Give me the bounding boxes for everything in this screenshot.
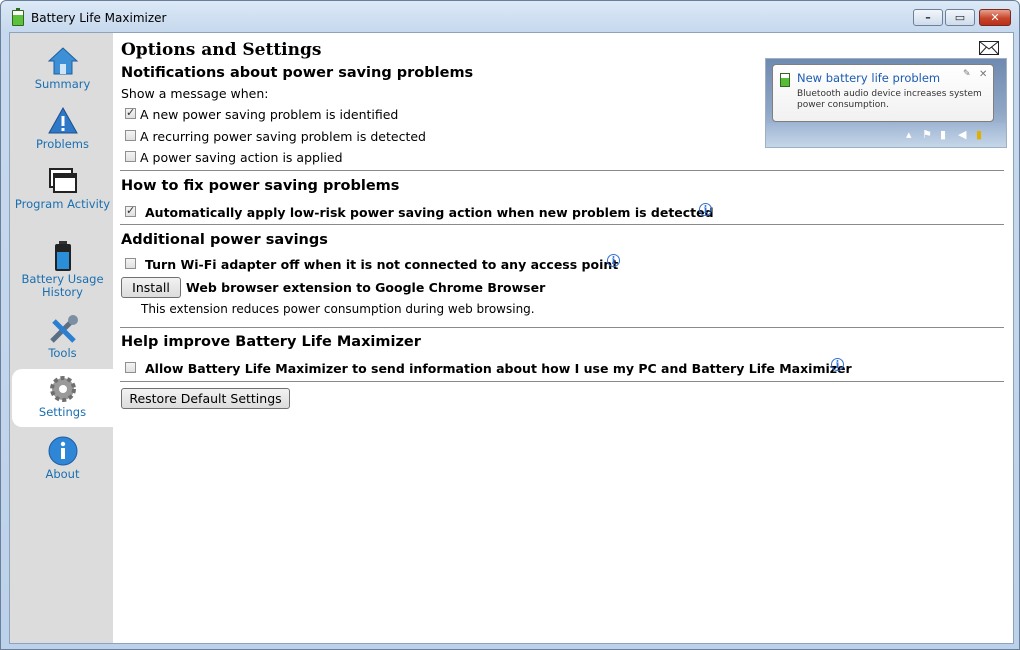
additional-heading: Additional power savings [121, 232, 328, 248]
title-bar[interactable]: Battery Life Maximizer – ▭ ✕ [1, 1, 1019, 31]
notify-recurring-problem-checkbox[interactable] [125, 130, 136, 141]
section-divider [120, 170, 1004, 171]
sidebar-item-settings[interactable]: Settings [12, 369, 113, 427]
sidebar-item-problems[interactable]: Problems [12, 101, 113, 159]
app-battery-icon [12, 8, 24, 26]
sidebar-item-summary[interactable]: Summary [12, 41, 113, 99]
sidebar-item-about[interactable]: About [12, 431, 113, 489]
sidebar-item-label: Battery Usage History [21, 272, 104, 299]
install-extension-button[interactable]: Install [121, 277, 181, 298]
balloon-title: New battery life problem [797, 71, 941, 85]
settings-panel: Options and Settings Notifications about… [113, 33, 1013, 643]
send-info-info-icon[interactable]: i [831, 358, 844, 371]
section-divider [120, 327, 1004, 328]
client-area: Summary Problems Program Activity Batter… [9, 32, 1014, 644]
extension-label: Web browser extension to Google Chrome B… [186, 280, 546, 295]
minimize-button[interactable]: – [913, 9, 943, 26]
window-title: Battery Life Maximizer [31, 11, 167, 25]
gear-icon [50, 376, 76, 402]
pin-icon: ✎ [963, 69, 971, 79]
notify-recurring-problem-label[interactable]: A recurring power saving problem is dete… [140, 129, 426, 144]
page-title: Options and Settings [121, 40, 322, 60]
app-window: Battery Life Maximizer – ▭ ✕ Summary Pro… [0, 0, 1020, 650]
close-icon: ✕ [990, 11, 1000, 24]
sidebar-item-label: Program Activity [14, 197, 111, 211]
fix-heading: How to fix power saving problems [121, 178, 400, 194]
send-info-label[interactable]: Allow Battery Life Maximizer to send inf… [145, 361, 852, 376]
notify-new-problem-checkbox[interactable] [125, 106, 136, 119]
sidebar-item-label: Problems [35, 137, 89, 151]
restore-defaults-button[interactable]: Restore Default Settings [121, 388, 290, 409]
home-icon [47, 47, 79, 75]
maximize-button[interactable]: ▭ [945, 9, 975, 26]
warning-icon [48, 106, 78, 134]
notifications-intro: Show a message when: [121, 86, 269, 101]
wifi-off-checkbox[interactable] [125, 258, 136, 269]
auto-apply-info-icon[interactable]: i [699, 203, 712, 216]
sidebar-item-program-activity[interactable]: Program Activity [12, 161, 113, 219]
sidebar: Summary Problems Program Activity Batter… [10, 33, 113, 643]
notification-preview: New battery life problem ✎ ✕ Bluetooth a… [765, 58, 1007, 148]
battery-alert-icon [780, 73, 790, 87]
notify-new-problem-label[interactable]: A new power saving problem is identified [140, 107, 398, 122]
minimize-icon: – [925, 11, 931, 24]
battery-icon [55, 241, 71, 271]
taskbar-tray: ▴ ⚑ ▮ ◀ ▮ [766, 123, 1006, 147]
sidebar-item-label: Summary [34, 77, 91, 91]
auto-apply-checkbox[interactable] [125, 204, 136, 217]
balloon-body: Bluetooth audio device increases system … [797, 89, 982, 110]
improve-heading: Help improve Battery Life Maximizer [121, 334, 421, 350]
sidebar-item-tools[interactable]: Tools [12, 310, 113, 368]
notify-action-applied-label[interactable]: A power saving action is applied [140, 150, 343, 165]
notify-action-applied-checkbox[interactable] [125, 151, 136, 162]
maximize-icon: ▭ [954, 11, 966, 24]
tray-signal-icon: ▮ [940, 128, 947, 141]
tray-flag-icon: ⚑ [922, 128, 932, 141]
section-divider [120, 381, 1004, 382]
info-icon [48, 436, 78, 466]
sidebar-item-label: Tools [48, 346, 77, 360]
wifi-off-label[interactable]: Turn Wi-Fi adapter off when it is not co… [145, 257, 618, 272]
auto-apply-label[interactable]: Automatically apply low-risk power savin… [145, 205, 714, 220]
sidebar-item-label: About [45, 467, 80, 481]
tray-battery-icon: ▮ [976, 128, 983, 141]
notification-balloon: New battery life problem ✎ ✕ Bluetooth a… [772, 64, 994, 122]
tray-volume-icon: ◀ [958, 128, 967, 141]
balloon-close-icon: ✕ [979, 69, 988, 80]
send-info-checkbox[interactable] [125, 362, 136, 373]
sidebar-item-label: Settings [38, 405, 87, 419]
section-divider [120, 224, 1004, 225]
extension-description: This extension reduces power consumption… [141, 302, 535, 316]
tools-icon [50, 315, 78, 343]
wifi-off-info-icon[interactable]: i [607, 254, 620, 267]
sidebar-item-battery-usage-history[interactable]: Battery Usage History [12, 236, 113, 299]
windows-icon [49, 168, 77, 193]
tray-arrow-icon: ▴ [906, 128, 912, 141]
close-button[interactable]: ✕ [979, 9, 1011, 26]
feedback-mail-icon[interactable] [979, 41, 999, 55]
notifications-heading: Notifications about power saving problem… [121, 65, 474, 81]
